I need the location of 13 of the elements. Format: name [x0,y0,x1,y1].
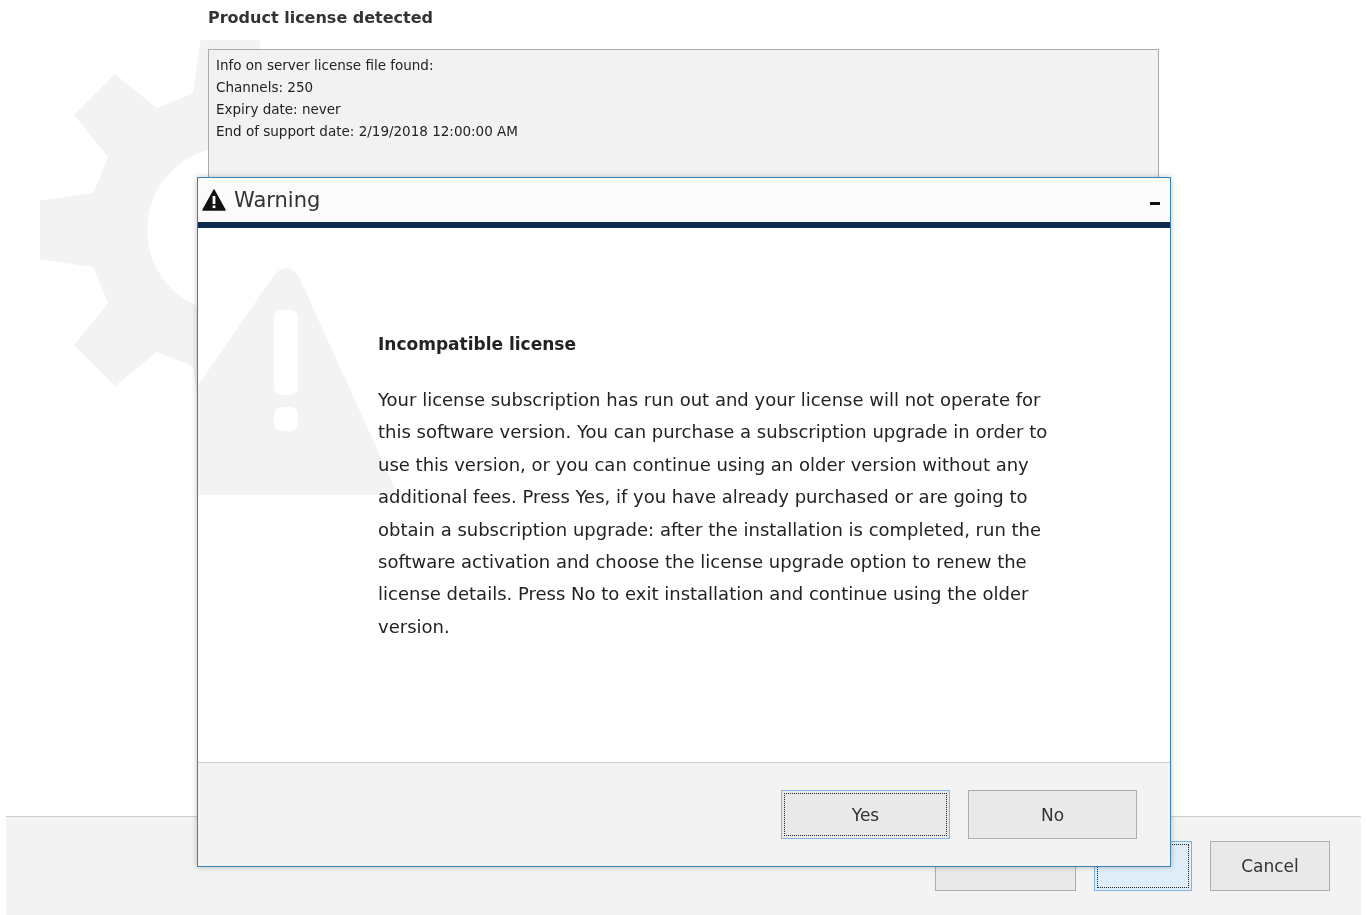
dialog-heading: Incompatible license [378,334,577,354]
wizard-button[interactable]: Cancel [1210,841,1330,891]
dialog-message: Your license subscription has run out and your license will not operate for this software version. You can purchase a subscription upgrade in order to use this version, or you can continue using an older version without any additional fees. Press Yes, if you have already purchased or are going to obtain a subscription upgrade: after the installation is completed, run the software activation and choose the license upgrade option to renew the license details. Press No to exit installation and continue using the older version. [378,388,1049,639]
info-line: Expiry date: never [216,100,342,119]
warning-icon [202,189,226,211]
dialog-button[interactable]: Yes [781,790,950,839]
dialog-button[interactable]: No [968,790,1137,839]
dialog-title: Warning [234,188,322,212]
info-line: End of support date: 2/19/2018 12:00:00 AM [216,122,519,141]
info-line: Channels: 250 [216,78,315,97]
page-title: Product license detected [208,8,435,27]
info-line: Info on server license file found: [216,56,435,75]
minimize-icon[interactable] [1150,201,1160,205]
